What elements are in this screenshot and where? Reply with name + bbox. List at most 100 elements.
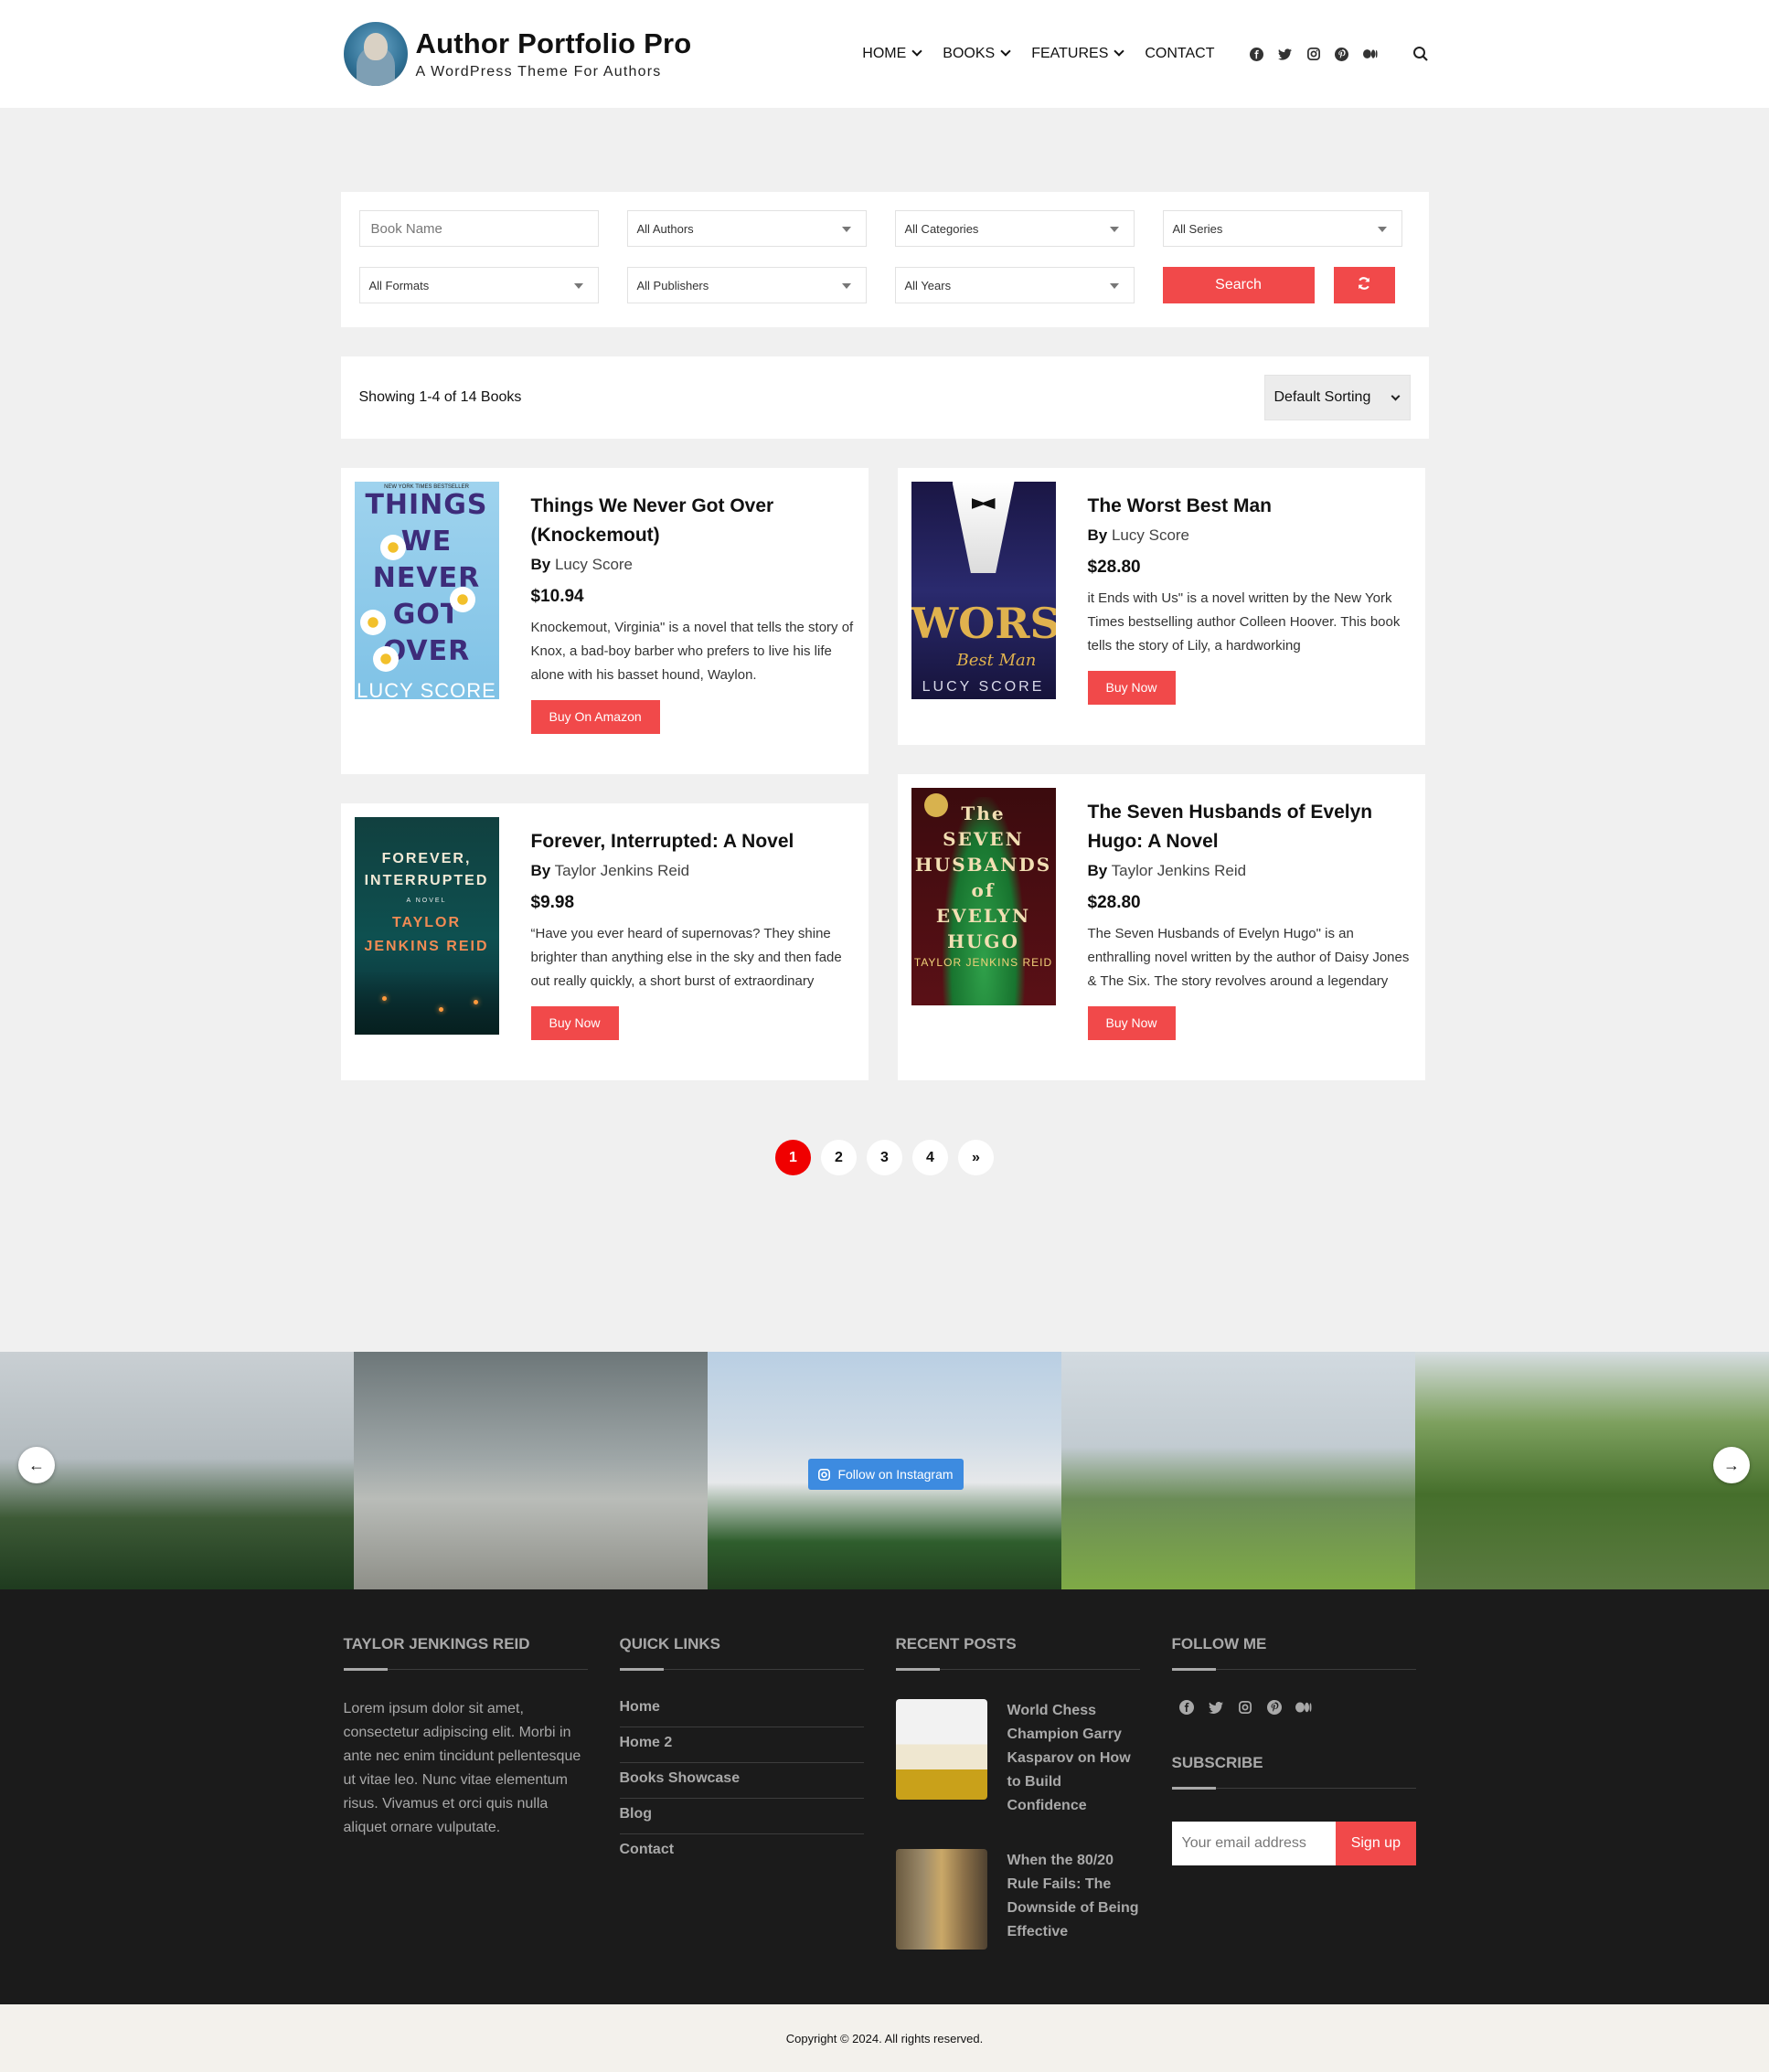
book-name-field[interactable] — [358, 210, 599, 247]
book-title[interactable]: The Worst Best Man — [1088, 492, 1411, 521]
authors-select[interactable]: All Authors — [626, 210, 867, 247]
nav-features[interactable]: FEATURES — [1031, 46, 1125, 62]
carousel-next-button[interactable]: → — [1713, 1447, 1750, 1483]
publishers-select[interactable]: All Publishers — [626, 267, 867, 303]
recent-post[interactable]: World Chess Champion Garry Kasparov on H… — [895, 1699, 1140, 1818]
cover-title: FOREVER, INTERRUPTED — [355, 848, 499, 892]
book-cover[interactable]: The SEVEN HUSBANDS of EVELYN HUGO TAYLOR JENK… — [911, 788, 1056, 1005]
nav-contact[interactable]: CONTACT — [1145, 46, 1214, 62]
footer-link-home[interactable]: Home — [619, 1692, 864, 1727]
next-page[interactable]: » — [958, 1140, 994, 1175]
book-author[interactable]: Lucy Score — [1112, 526, 1189, 544]
search-button[interactable]: Search — [1162, 267, 1315, 303]
nav-home[interactable]: HOME — [862, 46, 922, 62]
book-title[interactable]: The Seven Husbands of Evelyn Hugo: A Nov… — [1088, 798, 1411, 856]
search-icon[interactable] — [1412, 46, 1429, 62]
cover-title-line: EVELYN — [935, 905, 1031, 927]
instagram-icon — [818, 1468, 831, 1481]
page-2[interactable]: 2 — [821, 1140, 857, 1175]
cover-subtitle: A NOVEL — [406, 898, 447, 904]
medium-icon[interactable] — [1295, 1699, 1312, 1716]
by-label: By — [530, 862, 551, 879]
nav-home-label: HOME — [862, 46, 907, 61]
book-author[interactable]: Taylor Jenkins Reid — [555, 862, 689, 879]
publishers-select-value: All Publishers — [636, 278, 709, 292]
recent-post[interactable]: When the 80/20 Rule Fails: The Downside … — [895, 1849, 1140, 1950]
footer-heading: FOLLOW ME — [1171, 1635, 1416, 1671]
twitter-icon[interactable] — [1208, 1699, 1224, 1716]
book-price: $10.94 — [530, 587, 584, 606]
facebook-icon[interactable] — [1178, 1699, 1195, 1716]
copyright-text: Copyright © 2024. All rights reserved. — [785, 2031, 984, 2045]
book-cover[interactable]: WORST Best Man LUCY SCORE — [911, 482, 1056, 699]
footer-link-contact[interactable]: Contact — [620, 1834, 864, 1869]
instagram-icon[interactable] — [1237, 1699, 1253, 1716]
follow-on-instagram-button[interactable]: Follow on Instagram — [808, 1459, 964, 1490]
nav-contact-label: CONTACT — [1145, 46, 1215, 61]
twitter-icon[interactable] — [1278, 47, 1293, 61]
chevron-down-icon — [1114, 46, 1125, 57]
reset-button[interactable] — [1333, 267, 1395, 303]
sign-up-button[interactable]: Sign up — [1336, 1822, 1416, 1865]
footer-about: TAYLOR JENKINGS REID Lorem ipsum dolor s… — [341, 1635, 588, 1950]
book-price: $9.98 — [530, 893, 575, 912]
book-cover[interactable]: FOREVER, INTERRUPTED A NOVEL TAYLOR JENKIN… — [354, 817, 499, 1035]
pinterest-icon[interactable] — [1266, 1699, 1283, 1716]
series-select[interactable]: All Series — [1162, 210, 1402, 247]
caret-down-icon — [573, 283, 583, 289]
book-author[interactable]: Taylor Jenkins Reid — [1112, 862, 1246, 879]
pinterest-icon[interactable] — [1335, 47, 1349, 61]
sort-select[interactable]: Default Sorting — [1263, 375, 1411, 420]
post-title[interactable]: When the 80/20 Rule Fails: The Downside … — [1007, 1849, 1140, 1950]
page-3[interactable]: 3 — [867, 1140, 902, 1175]
carousel-prev-button[interactable]: ← — [18, 1447, 55, 1483]
email-field[interactable]: Your email address — [1171, 1822, 1337, 1865]
arrow-left-icon: ← — [28, 1455, 45, 1474]
book-title[interactable]: Things We Never Got Over (Knockemout) — [531, 492, 854, 550]
years-select[interactable]: All Years — [894, 267, 1135, 303]
page-4[interactable]: 4 — [912, 1140, 948, 1175]
categories-select[interactable]: All Categories — [894, 210, 1135, 247]
book-cover[interactable]: NEW YORK TIMES BESTSELLER THINGS WE NEVE… — [354, 482, 499, 699]
book-author[interactable]: Lucy Score — [555, 556, 633, 573]
formats-select-value: All Formats — [368, 278, 430, 292]
book-name-input[interactable] — [368, 219, 598, 238]
post-title[interactable]: World Chess Champion Garry Kasparov on H… — [1007, 1699, 1140, 1818]
nav-features-label: FEATURES — [1031, 46, 1109, 61]
cover-author-line: JENKINS REID — [364, 939, 489, 954]
caret-down-icon — [841, 283, 851, 289]
buy-now-button[interactable]: Buy Now — [1087, 1006, 1176, 1040]
formats-select[interactable]: All Formats — [358, 267, 599, 303]
chevron-down-icon — [1000, 46, 1011, 57]
book-description: “Have you ever heard of supernovas? They… — [530, 926, 842, 989]
follow-on-instagram-label: Follow on Instagram — [837, 1467, 954, 1482]
subscribe-form: Your email address Sign up — [1171, 1822, 1416, 1865]
footer-link-blog[interactable]: Blog — [619, 1799, 864, 1834]
instagram-photo[interactable] — [354, 1352, 708, 1589]
post-thumbnail[interactable] — [895, 1849, 987, 1950]
main-nav: HOME BOOKS FEATURES CONTACT — [840, 46, 1428, 62]
buy-now-button[interactable]: Buy Now — [1087, 671, 1176, 705]
instagram-photo[interactable] — [1061, 1352, 1415, 1589]
buy-now-button[interactable]: Buy Now — [530, 1006, 619, 1040]
cover-author-line: TAYLOR — [391, 915, 462, 930]
author-avatar-logo[interactable] — [343, 22, 408, 86]
cover-title-line: The — [961, 802, 1006, 824]
footer-link-home-2[interactable]: Home 2 — [619, 1727, 864, 1763]
book-description: Knockemout, Virginia" is a novel that te… — [530, 620, 854, 683]
book-author-line: By Lucy Score — [531, 556, 854, 574]
footer-link-books-showcase[interactable]: Books Showcase — [619, 1763, 864, 1799]
brand: Author Portfolio Pro A WordPress Theme F… — [416, 27, 692, 80]
results-bar: Showing 1-4 of 14 Books Default Sorting — [340, 356, 1429, 439]
page-1[interactable]: 1 — [775, 1140, 811, 1175]
cover-title: The SEVEN HUSBANDS of EVELYN HUGO — [911, 801, 1056, 954]
instagram-icon[interactable] — [1306, 47, 1321, 61]
facebook-icon[interactable] — [1250, 47, 1264, 61]
post-thumbnail[interactable] — [895, 1699, 987, 1800]
medium-icon[interactable] — [1362, 47, 1378, 61]
site-title[interactable]: Author Portfolio Pro — [416, 27, 692, 60]
refresh-icon — [1357, 276, 1371, 295]
book-title[interactable]: Forever, Interrupted: A Novel — [531, 827, 854, 856]
nav-books[interactable]: BOOKS — [943, 46, 1011, 62]
buy-on-amazon-button[interactable]: Buy On Amazon — [530, 700, 660, 734]
